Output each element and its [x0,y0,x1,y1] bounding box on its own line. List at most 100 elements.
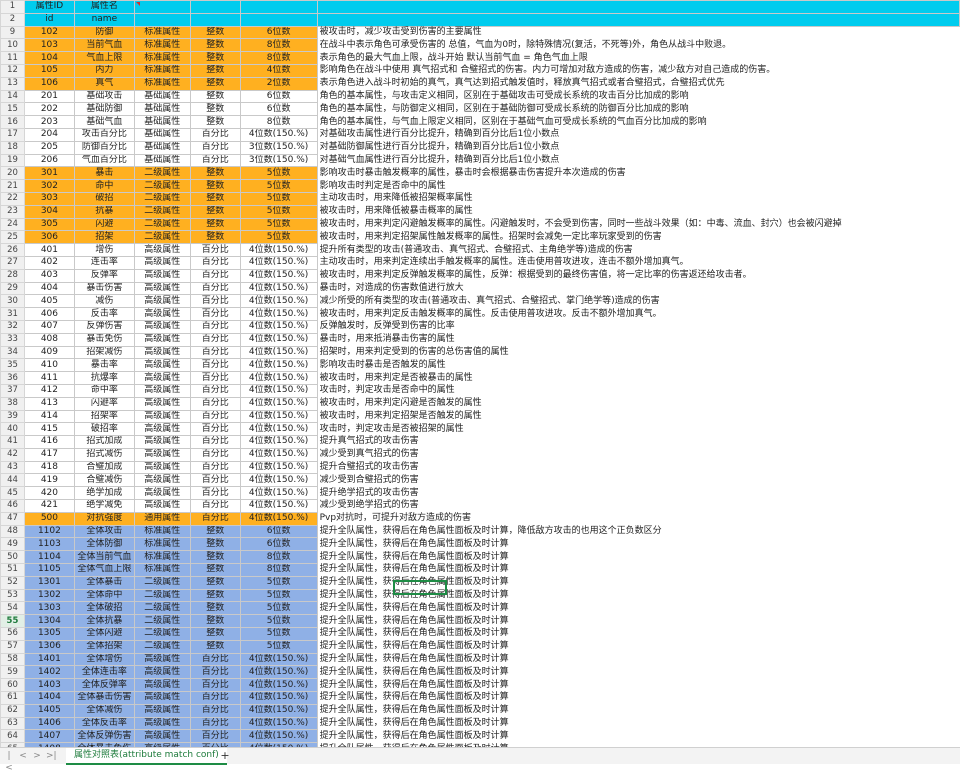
cell-range[interactable]: 4位数(150.%) [239,716,318,731]
cell-range[interactable]: 8位数 [239,51,318,65]
cell-name[interactable]: 招架率 [73,409,135,424]
cell-kind[interactable]: 高级属性 [133,383,191,398]
cell-id[interactable]: 418 [23,460,75,475]
cell-kind[interactable]: 高级属性 [133,447,191,462]
cell-name[interactable]: 基础防御 [73,102,135,117]
sub-header-cell-name[interactable]: name [73,12,135,27]
cell-id[interactable]: 1103 [23,537,75,552]
cell-name[interactable]: 闪避率 [73,396,135,411]
cell-kind[interactable]: 高级属性 [133,243,191,257]
sub-header-cell-type[interactable] [189,12,241,27]
cell-id[interactable]: 415 [23,422,75,437]
cell-range[interactable]: 2位数 [239,76,318,91]
cell-range[interactable]: 4位数(150.%) [239,319,318,334]
cell-range[interactable]: 5位数 [239,230,318,245]
row-number[interactable]: 61 [0,691,25,705]
cell-kind[interactable]: 基础属性 [133,153,191,168]
cell-type[interactable]: 整数 [189,230,241,245]
cell-name[interactable]: 合璧减伤 [73,473,135,488]
cell-kind[interactable]: 二级属性 [133,614,191,629]
cell-type[interactable]: 百分比 [189,383,241,398]
cell-range[interactable]: 4位数(150.%) [239,703,318,718]
cell-range[interactable]: 8位数 [239,38,318,53]
cell-name[interactable]: 防御百分比 [73,140,135,155]
cell-id[interactable]: 106 [23,76,75,91]
cell-name[interactable]: 减伤 [73,294,135,309]
cell-desc[interactable]: 对基础防御属性进行百分比提升，精确到百分比后1位小数点 [317,141,959,154]
cell-id[interactable]: 420 [23,486,75,501]
cell-desc[interactable]: 提升全队属性，获得后在角色属性面板及时计算 [317,730,959,743]
cell-kind[interactable]: 高级属性 [133,255,191,270]
cell-range[interactable]: 4位数(150.%) [239,678,318,693]
cell-name[interactable]: 全体当前气血 [73,550,135,565]
cell-id[interactable]: 1105 [23,563,75,577]
row-number[interactable]: 37 [0,383,25,398]
cell-kind[interactable]: 二级属性 [133,639,191,654]
cell-range[interactable]: 5位数 [239,217,318,232]
row-number[interactable]: 59 [0,665,25,680]
cell-name[interactable]: 攻击百分比 [73,127,135,142]
cell-type[interactable]: 百分比 [189,511,241,526]
cell-type[interactable]: 百分比 [189,294,241,309]
cell-id[interactable]: 1102 [23,524,75,539]
cell-name[interactable]: 增伤 [73,243,135,257]
cell-name[interactable]: 全体反击率 [73,716,135,731]
cell-kind[interactable]: 高级属性 [133,703,191,718]
cell-id[interactable]: 304 [23,204,75,219]
row-number[interactable]: 50 [0,550,25,565]
header-cell-id[interactable]: 属性ID [23,0,75,14]
row-number[interactable]: 18 [0,140,25,155]
cell-kind[interactable]: 基础属性 [133,89,191,104]
cell-desc[interactable]: 攻击时，判定攻击是否被招架的属性 [317,423,959,436]
cell-range[interactable]: 4位数(150.%) [239,665,318,680]
row-number[interactable]: 49 [0,537,25,552]
cell-kind[interactable]: 高级属性 [133,396,191,411]
cell-id[interactable]: 1406 [23,716,75,731]
cell-range[interactable]: 3位数(150.%) [239,153,318,168]
cell-type[interactable]: 百分比 [189,652,241,667]
cell-name[interactable]: 全体破招 [73,601,135,616]
cell-desc[interactable]: 表示角色进入战斗时初始的真气，真气达到招式触发值时，释放真气招式或者合璧招式，合… [317,77,959,90]
cell-range[interactable]: 4位数(150.%) [239,358,318,373]
row-number[interactable]: 39 [0,409,25,424]
cell-kind[interactable]: 高级属性 [133,499,191,513]
cell-kind[interactable]: 标准属性 [133,63,191,78]
sub-header-cell-id[interactable]: id [23,12,75,27]
cell-desc[interactable]: 主动攻击时，用来降低被招架概率属性 [317,192,959,205]
cell-name[interactable]: 闪避 [73,217,135,232]
cell-name[interactable]: 内力 [73,63,135,78]
cell-range[interactable]: 4位数(150.%) [239,383,318,398]
cell-desc[interactable]: 对基础气血属性进行百分比提升，精确到百分比后1位小数点 [317,154,959,167]
cell-name[interactable]: 基础气血 [73,115,135,129]
cell-id[interactable]: 102 [23,25,75,40]
cell-desc[interactable]: 暴击时，用来抵消暴击伤害的属性 [317,333,959,346]
cell-name[interactable]: 全体防御 [73,537,135,552]
row-number[interactable]: 15 [0,102,25,117]
cell-range[interactable]: 5位数 [239,601,318,616]
cell-id[interactable]: 500 [23,511,75,526]
cell-kind[interactable]: 基础属性 [133,127,191,142]
cell-range[interactable]: 4位数(150.%) [239,396,318,411]
cell-id[interactable]: 103 [23,38,75,53]
cell-name[interactable]: 基础攻击 [73,89,135,104]
cell-type[interactable]: 百分比 [189,716,241,731]
cell-desc[interactable]: 提升全队属性，获得后在角色属性面板及时计算 [317,717,959,730]
cell-range[interactable]: 5位数 [239,588,318,603]
cell-type[interactable]: 整数 [189,575,241,590]
cell-name[interactable]: 全体闪避 [73,627,135,641]
cell-type[interactable]: 百分比 [189,678,241,693]
cell-range[interactable]: 4位数(150.%) [239,486,318,501]
cell-range[interactable]: 4位数(150.%) [239,499,318,513]
cell-id[interactable]: 306 [23,230,75,245]
cell-name[interactable]: 气血上限 [73,51,135,65]
cell-range[interactable]: 4位数(150.%) [239,729,318,744]
cell-range[interactable]: 3位数(150.%) [239,140,318,155]
cell-range[interactable]: 8位数 [239,550,318,565]
cell-range[interactable]: 5位数 [239,627,318,641]
cell-name[interactable]: 招架 [73,230,135,245]
cell-range[interactable]: 4位数(150.%) [239,473,318,488]
row-number[interactable]: 60 [0,678,25,693]
cell-name[interactable]: 暴击伤害 [73,281,135,296]
cell-kind[interactable]: 二级属性 [133,191,191,206]
cell-name[interactable]: 招架减伤 [73,345,135,360]
